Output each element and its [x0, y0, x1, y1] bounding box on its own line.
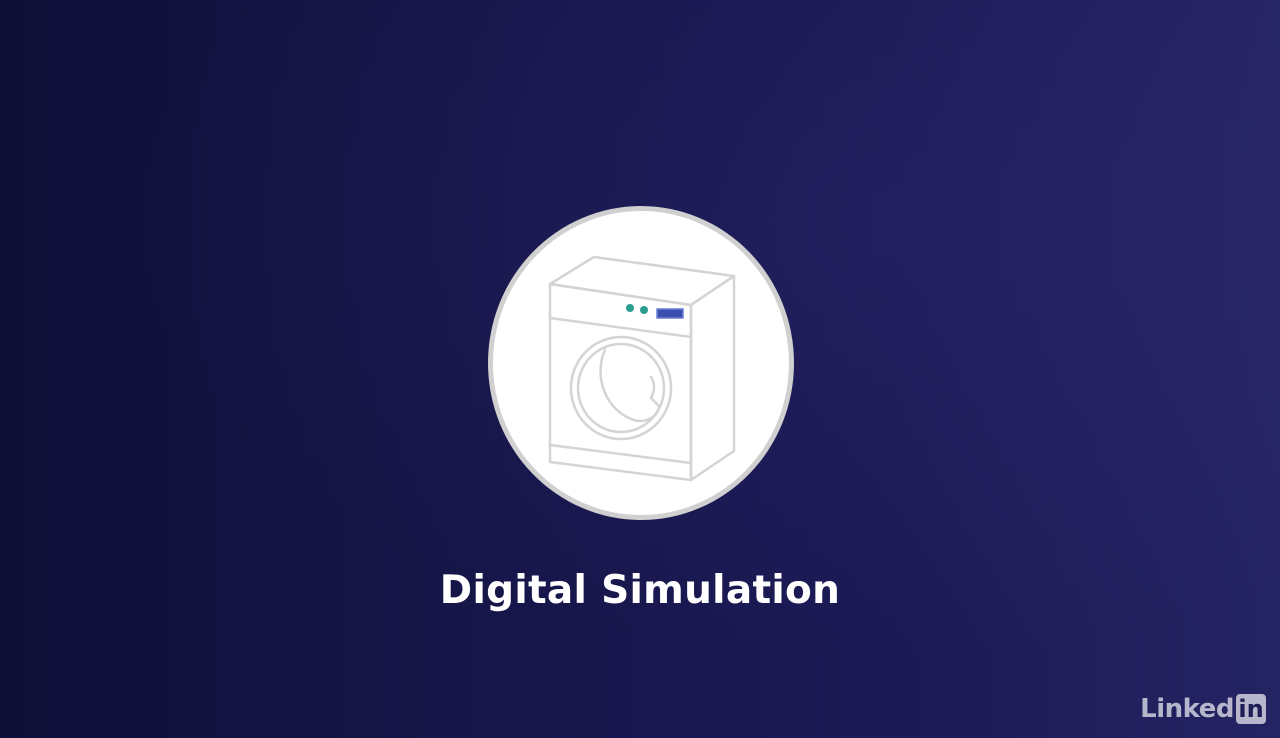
display-panel — [656, 308, 684, 319]
linkedin-logo: Linked in — [1140, 693, 1266, 725]
indicator-light-1 — [626, 304, 634, 312]
indicator-light-2 — [640, 306, 648, 314]
icon-circle — [488, 206, 794, 520]
washing-machine-icon — [548, 255, 736, 482]
logo-text: Linked — [1140, 694, 1234, 724]
slide-title: Digital Simulation — [439, 568, 841, 613]
logo-badge: in — [1236, 694, 1266, 724]
